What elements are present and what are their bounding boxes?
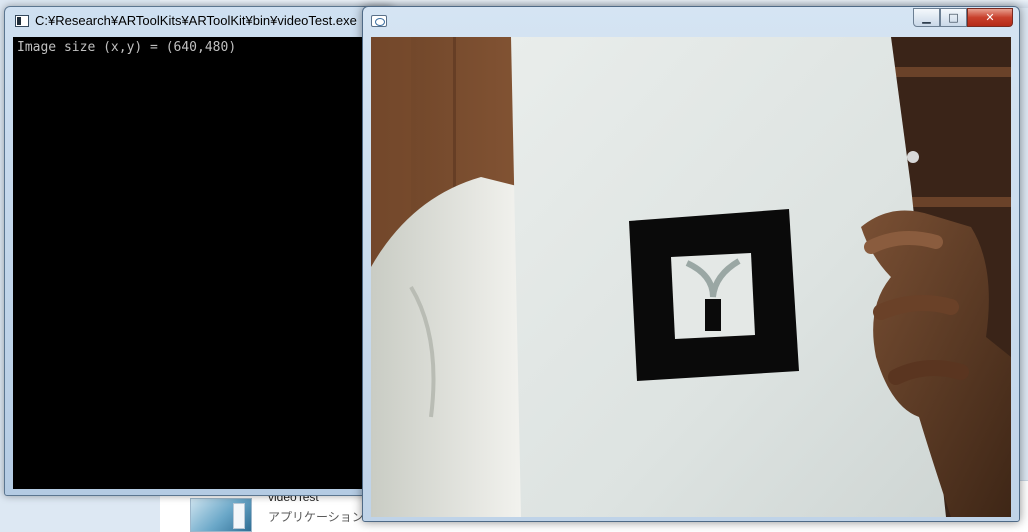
console-output-area[interactable]: Image size (x,y) = (640,480) <box>13 37 395 489</box>
console-app-icon[interactable] <box>15 15 29 27</box>
camera-window[interactable]: ▁ □ ✕ <box>362 6 1020 522</box>
finger <box>873 295 959 320</box>
camera-video-frame <box>371 37 1011 517</box>
console-window[interactable]: C:¥Research¥ARToolKits¥ARToolKit¥bin¥vid… <box>4 6 395 496</box>
close-icon: ✕ <box>985 11 995 24</box>
file-type: アプリケーション <box>268 510 364 524</box>
shelf-object <box>907 151 919 163</box>
console-window-title: C:¥Research¥ARToolKits¥ARToolKit¥bin¥vid… <box>35 13 357 28</box>
camera-app-icon[interactable] <box>371 15 387 27</box>
camera-scene <box>371 37 1011 517</box>
finger <box>888 360 969 385</box>
shelf-board <box>883 67 1011 77</box>
console-titlebar[interactable]: C:¥Research¥ARToolKits¥ARToolKit¥bin¥vid… <box>5 7 393 35</box>
close-button[interactable]: ✕ <box>967 8 1013 27</box>
minimize-button[interactable]: ▁ <box>913 8 940 27</box>
desktop: videoTest アプリケーション C:¥Research¥ARToolKit… <box>0 0 1028 532</box>
minimize-icon: ▁ <box>922 11 931 24</box>
camera-titlebar[interactable]: ▁ □ ✕ <box>363 7 1019 35</box>
file-thumbnail[interactable] <box>190 498 252 532</box>
maximize-button[interactable]: □ <box>940 8 967 27</box>
window-controls: ▁ □ ✕ <box>913 8 1013 27</box>
maximize-icon: □ <box>948 11 959 24</box>
console-output-line: Image size (x,y) = (640,480) <box>17 40 237 55</box>
ar-marker-bar <box>705 299 721 331</box>
